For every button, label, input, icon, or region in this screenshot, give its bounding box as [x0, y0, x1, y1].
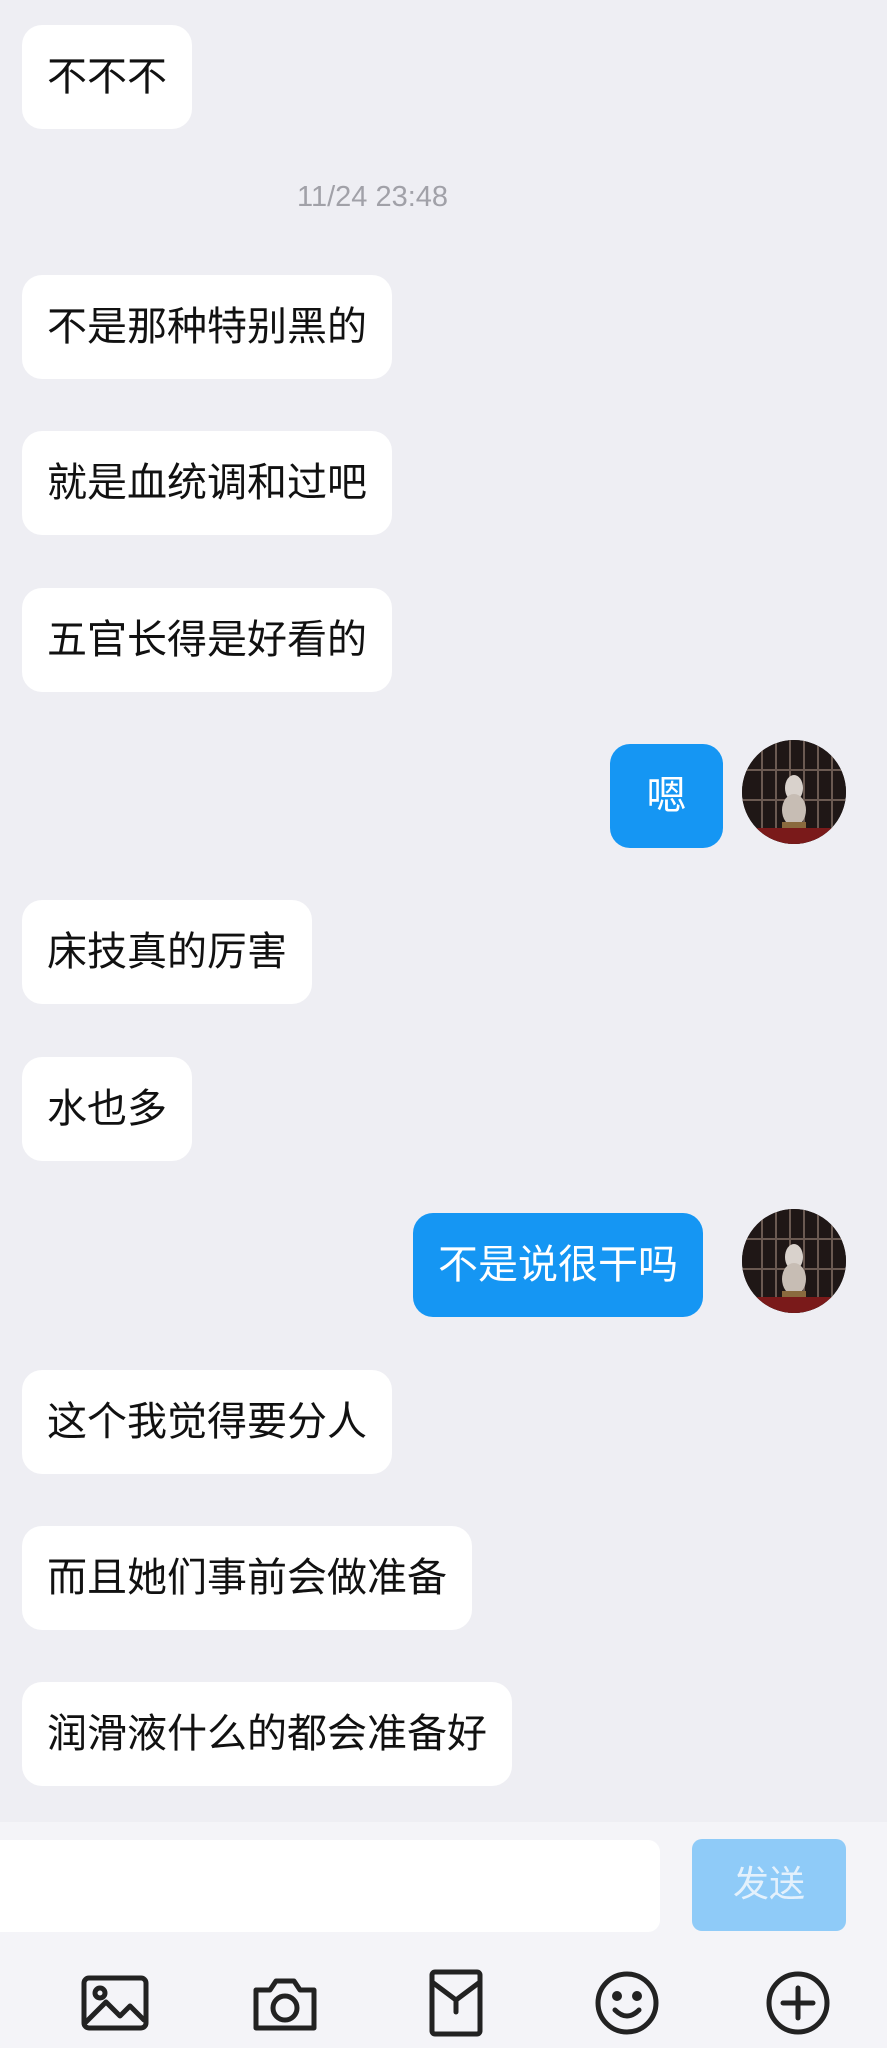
avatar[interactable]	[742, 1209, 846, 1313]
plus-icon[interactable]	[761, 1966, 835, 2040]
incoming-message-bubble[interactable]: 这个我觉得要分人	[22, 1370, 392, 1474]
image-icon[interactable]	[78, 1966, 152, 2040]
avatar[interactable]	[742, 740, 846, 844]
incoming-message-bubble[interactable]: 不不不	[22, 25, 192, 129]
message-timestamp: 11/24 23:48	[296, 181, 449, 213]
chat-message-list[interactable]: 不不不 11/24 23:48 不是那种特别黑的 就是血统调和过吧 五官长得是好…	[0, 0, 887, 1822]
message-input[interactable]	[0, 1840, 660, 1932]
avatar-image	[742, 1209, 846, 1313]
red-packet-icon[interactable]	[419, 1966, 493, 2040]
incoming-message-bubble[interactable]: 就是血统调和过吧	[22, 431, 392, 535]
incoming-message-bubble[interactable]: 五官长得是好看的	[22, 588, 392, 692]
outgoing-message-bubble[interactable]: 嗯	[610, 744, 723, 848]
send-button[interactable]: 发送	[692, 1839, 846, 1931]
incoming-message-bubble[interactable]: 润滑液什么的都会准备好	[22, 1682, 512, 1786]
incoming-message-bubble[interactable]: 而且她们事前会做准备	[22, 1526, 472, 1630]
avatar-image	[742, 740, 846, 844]
message-composer: 发送	[0, 1822, 887, 2048]
outgoing-message-bubble[interactable]: 不是说很干吗	[413, 1213, 703, 1317]
incoming-message-bubble[interactable]: 不是那种特别黑的	[22, 275, 392, 379]
emoji-icon[interactable]	[590, 1966, 664, 2040]
incoming-message-bubble[interactable]: 水也多	[22, 1057, 192, 1161]
incoming-message-bubble[interactable]: 床技真的厉害	[22, 900, 312, 1004]
camera-icon[interactable]	[248, 1966, 322, 2040]
